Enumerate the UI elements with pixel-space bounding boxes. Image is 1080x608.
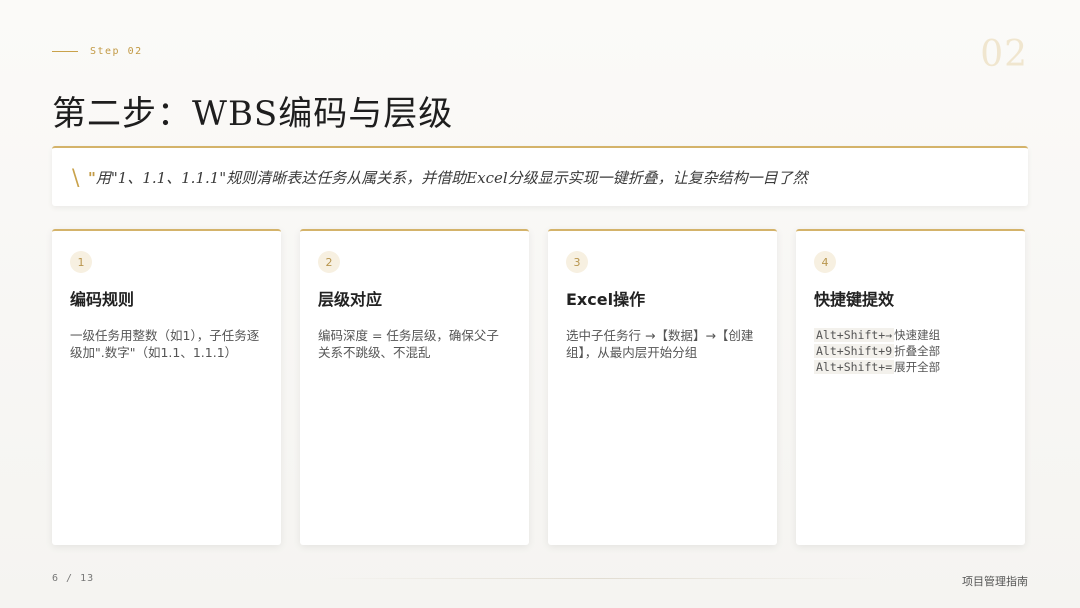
shortcut-desc: 快速建组 bbox=[894, 328, 941, 342]
card-number-badge: 2 bbox=[318, 251, 340, 273]
page-counter: 6 / 13 bbox=[52, 573, 95, 584]
quote-box: \ "用"1、1.1、1.1.1"规则清晰表达任务从属关系，并借助Excel分级… bbox=[52, 146, 1028, 206]
shortcut-line: Alt+Shift+= 展开全部 bbox=[814, 359, 1007, 375]
quote-open-mark: " bbox=[88, 168, 96, 187]
card-encoding-rules: 1 编码规则 一级任务用整数（如1），子任务逐级加".数字"（如1.1、1.1.… bbox=[52, 229, 281, 545]
step-divider bbox=[52, 51, 78, 52]
card-body: 选中子任务行 →【数据】→【创建组】，从最内层开始分组 bbox=[566, 328, 754, 360]
footer-divider bbox=[320, 578, 880, 579]
quote-text: 用"1、1.1、1.1.1"规则清晰表达任务从属关系，并借助Excel分级显示实… bbox=[95, 168, 808, 187]
card-title: 层级对应 bbox=[318, 290, 383, 309]
shortcut-line: Alt+Shift+9 折叠全部 bbox=[814, 343, 1007, 359]
shortcut-list: Alt+Shift+→ 快速建组 Alt+Shift+9 折叠全部 Alt+Shif… bbox=[814, 327, 1007, 375]
card-body: 编码深度 = 任务层级，确保父子关系不跳级、不混乱 bbox=[318, 328, 499, 360]
shortcut-line: Alt+Shift+→ 快速建组 bbox=[814, 327, 1007, 343]
shortcut-key: Alt+Shift+9 bbox=[814, 344, 895, 358]
page-title: 第二步：WBS编码与层级 bbox=[52, 94, 454, 134]
card-number-badge: 4 bbox=[814, 251, 836, 273]
card-body: 一级任务用整数（如1），子任务逐级加".数字"（如1.1、1.1.1） bbox=[70, 328, 260, 360]
shortcut-key: Alt+Shift+→ bbox=[814, 328, 895, 342]
shortcut-desc: 折叠全部 bbox=[894, 344, 941, 358]
shortcut-desc: 展开全部 bbox=[894, 360, 941, 374]
step-indicator: Step 02 bbox=[52, 46, 143, 57]
card-number-badge: 3 bbox=[566, 251, 588, 273]
footer-doc-title: 项目管理指南 bbox=[962, 575, 1028, 588]
card-title: 编码规则 bbox=[70, 290, 135, 309]
card-excel-operation: 3 Excel操作 选中子任务行 →【数据】→【创建组】，从最内层开始分组 bbox=[548, 229, 777, 545]
watermark-step-number: 02 bbox=[980, 34, 1028, 75]
card-shortcuts: 4 快捷键提效 Alt+Shift+→ 快速建组 Alt+Shift+9 折叠全部 … bbox=[796, 229, 1025, 545]
quote-slash-icon: \ bbox=[72, 166, 80, 191]
shortcut-key: Alt+Shift+= bbox=[814, 360, 895, 374]
card-number-badge: 1 bbox=[70, 251, 92, 273]
quote-text-wrap: "用"1、1.1、1.1.1"规则清晰表达任务从属关系，并借助Excel分级显示… bbox=[88, 167, 808, 188]
card-title: 快捷键提效 bbox=[814, 290, 895, 309]
card-level-mapping: 2 层级对应 编码深度 = 任务层级，确保父子关系不跳级、不混乱 bbox=[300, 229, 529, 545]
step-label: Step 02 bbox=[90, 46, 143, 57]
card-title: Excel操作 bbox=[566, 290, 646, 309]
step-cards: 1 编码规则 一级任务用整数（如1），子任务逐级加".数字"（如1.1、1.1.… bbox=[52, 229, 1025, 545]
